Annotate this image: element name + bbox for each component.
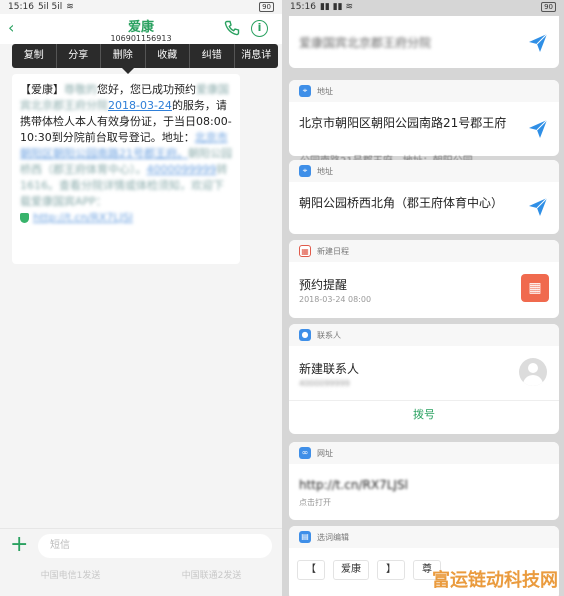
word-chip[interactable]: 爱康 bbox=[333, 560, 369, 580]
address-card-1[interactable]: ⌖ 地址 北京市朝阳区朝阳公园南路21号郡王府 bbox=[289, 80, 559, 156]
message-text: 【爱康】尊敬的您好，您已成功预约爱康国宾北京郡王府分院2018-03-24的服务… bbox=[20, 82, 232, 226]
location-icon: ⌖ bbox=[299, 165, 311, 177]
phone-call-icon[interactable] bbox=[224, 20, 240, 36]
status-bar: 15:16 5il 5il ≋ 90 bbox=[0, 0, 282, 14]
url-open-hint: 点击打开 bbox=[299, 498, 331, 507]
address-text: 北京市朝阳区朝阳公园南路21号郡王府 bbox=[299, 116, 507, 130]
compose-bar: + 短信 bbox=[0, 528, 282, 562]
message-input[interactable]: 短信 bbox=[38, 534, 272, 558]
msg-url-link[interactable]: http://t.cn/RX7LJSl bbox=[33, 211, 133, 224]
battery-indicator: 90 bbox=[259, 2, 274, 12]
menu-favorite[interactable]: 收藏 bbox=[144, 44, 190, 68]
send-icon[interactable] bbox=[527, 118, 549, 140]
dial-button[interactable]: 拨号 bbox=[289, 406, 559, 422]
menu-copy[interactable]: 复制 bbox=[12, 44, 56, 68]
edit-icon: ▤ bbox=[299, 531, 311, 543]
location-icon: ⌖ bbox=[299, 85, 311, 97]
secure-link-icon bbox=[20, 213, 29, 223]
battery-indicator: 90 bbox=[541, 2, 556, 12]
status-bar: 15:16 ▮▮ ▮▮ ≋ 90 bbox=[282, 0, 564, 14]
card-header-label: 地址 bbox=[317, 86, 333, 96]
status-time: 15:16 bbox=[8, 2, 34, 12]
card-header-label: 联系人 bbox=[317, 330, 341, 340]
card-header-label: 新建日程 bbox=[317, 246, 349, 256]
event-datetime: 2018-03-24 08:00 bbox=[299, 295, 372, 304]
card-header: ∞ 网址 bbox=[289, 442, 559, 464]
word-chip[interactable]: 】 bbox=[377, 560, 405, 580]
divider bbox=[289, 400, 559, 401]
card-header: ▦ 新建日程 bbox=[289, 240, 559, 262]
sim-send-row: 中国电信1发送 中国联通2发送 bbox=[0, 566, 282, 586]
contact-number: 4000099999 bbox=[299, 379, 350, 388]
card-top-title: 爱康国宾北京郡王府分院 bbox=[299, 36, 432, 50]
link-icon: ∞ bbox=[299, 447, 311, 459]
card-header: ▤ 选词编辑 bbox=[289, 526, 559, 548]
signal-indicator: 5il 5il bbox=[37, 2, 63, 12]
event-title: 预约提醒 bbox=[299, 278, 348, 292]
card-top-partial[interactable]: 爱康国宾北京郡王府分院 bbox=[289, 16, 559, 68]
wifi-icon: ≋ bbox=[66, 2, 74, 12]
signal-indicator: ▮▮ ▮▮ ≋ bbox=[319, 2, 354, 12]
address-text: 朝阳公园桥西北角（郡王府体育中心） bbox=[299, 196, 504, 210]
menu-report-error[interactable]: 纠错 bbox=[189, 44, 234, 68]
watermark: 富运链动科技网 bbox=[432, 570, 558, 591]
contact-info-icon[interactable]: i bbox=[251, 20, 268, 37]
menu-share[interactable]: 分享 bbox=[55, 44, 101, 68]
word-chip[interactable]: 【 bbox=[297, 560, 325, 580]
smart-recognition-screen: 15:16 ▮▮ ▮▮ ≋ 90 爱康国宾北京郡王府分院 ⌖ 地址 北京市朝阳区… bbox=[282, 0, 564, 596]
msg-text-1: 您好，您已成功预约 bbox=[97, 83, 196, 96]
sms-conversation-screen: 15:16 5il 5il ≋ 90 ‹ 爱康 106901156913 i 复… bbox=[0, 0, 282, 596]
msg-redacted-name: 尊敬的 bbox=[64, 83, 97, 96]
menu-message-details[interactable]: 消息详 bbox=[233, 44, 279, 68]
contact-card[interactable]: ● 联系人 新建联系人 4000099999 拨号 bbox=[289, 324, 559, 434]
card-header-label: 选词编辑 bbox=[317, 532, 349, 542]
send-sim2-button[interactable]: 中国联通2发送 bbox=[141, 566, 282, 586]
send-icon[interactable] bbox=[527, 32, 549, 54]
message-bubble[interactable]: 【爱康】尊敬的您好，您已成功预约爱康国宾北京郡王府分院2018-03-24的服务… bbox=[12, 74, 240, 264]
msg-brand: 【爱康】 bbox=[20, 83, 64, 96]
card-header: ⌖ 地址 bbox=[289, 80, 559, 102]
person-icon: ● bbox=[299, 329, 311, 341]
msg-date-link[interactable]: 2018-03-24 bbox=[108, 99, 172, 112]
url-card[interactable]: ∞ 网址 http://t.cn/RX7LJSl 点击打开 bbox=[289, 442, 559, 520]
calendar-icon: ▦ bbox=[299, 245, 311, 257]
address-card-2[interactable]: ⌖ 地址 朝阳公园桥西北角（郡王府体育中心） bbox=[289, 160, 559, 234]
msg-phone-link[interactable]: 4000099999 bbox=[147, 163, 217, 176]
card-header-label: 网址 bbox=[317, 448, 333, 458]
card-header: ● 联系人 bbox=[289, 324, 559, 346]
message-context-menu: 复制 分享 删除 收藏 纠错 消息详 bbox=[12, 44, 279, 74]
url-text: http://t.cn/RX7LJSl bbox=[299, 478, 408, 492]
add-to-calendar-icon[interactable]: ▦ bbox=[521, 274, 549, 302]
send-sim1-button[interactable]: 中国电信1发送 bbox=[0, 566, 141, 586]
card-header-label: 地址 bbox=[317, 166, 333, 176]
conversation-header: ‹ 爱康 106901156913 i bbox=[0, 14, 282, 44]
contact-title: 新建联系人 bbox=[299, 362, 360, 376]
send-icon[interactable] bbox=[527, 196, 549, 218]
calendar-card[interactable]: ▦ 新建日程 预约提醒 2018-03-24 08:00 ▦ bbox=[289, 240, 559, 318]
add-attachment-icon[interactable]: + bbox=[10, 533, 28, 557]
menu-delete[interactable]: 删除 bbox=[100, 44, 145, 68]
status-time: 15:16 bbox=[290, 2, 316, 12]
avatar bbox=[519, 358, 547, 386]
card-header: ⌖ 地址 bbox=[289, 160, 559, 182]
